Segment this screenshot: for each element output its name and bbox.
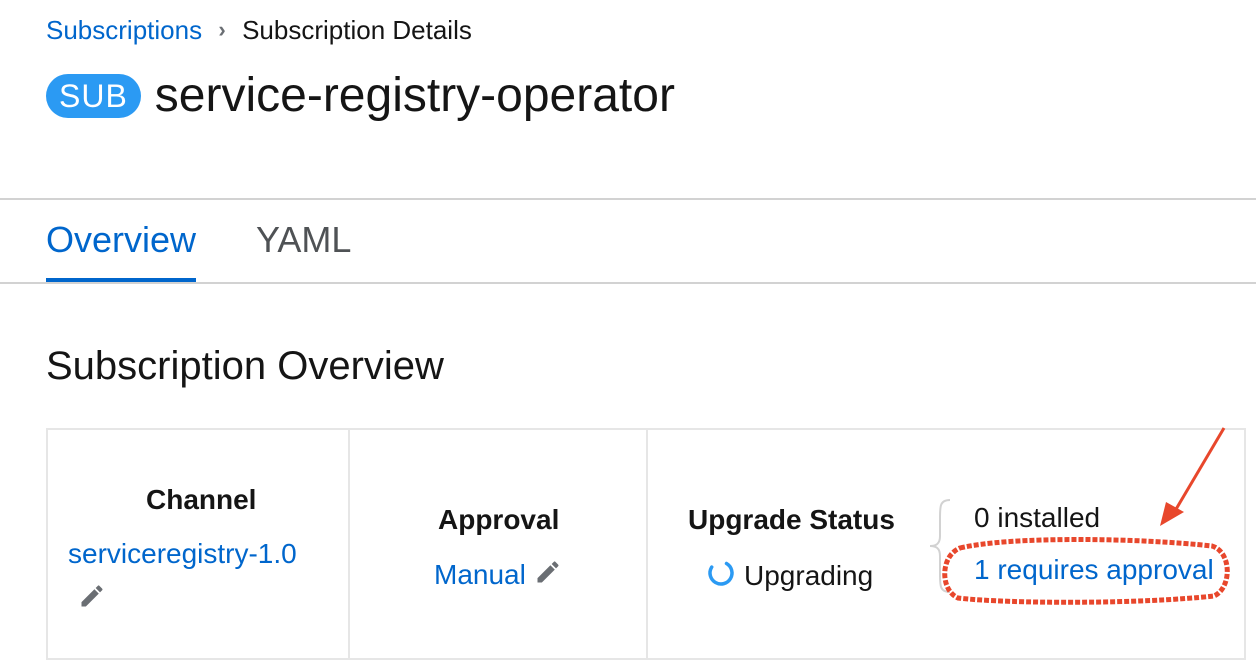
section-title: Subscription Overview [46,344,444,388]
breadcrumb-subscriptions-link[interactable]: Subscriptions [46,12,202,48]
page-header: SUB service-registry-operator [46,66,675,126]
requires-approval-link[interactable]: 1 requires approval [974,554,1214,586]
tab-overview[interactable]: Overview [46,200,197,283]
channel-link[interactable]: serviceregistry-1.0 [68,538,297,570]
approval-value-row: Manual [434,558,562,591]
pencil-icon[interactable] [534,558,562,591]
approval-link[interactable]: Manual [434,559,526,591]
chevron-right-icon: › [218,17,226,42]
divider [0,282,1256,284]
upgrade-status-cell: Upgrade Status Upgrading 0 installed 1 r… [648,430,1244,658]
subscription-details-grid: Channel serviceregistry-1.0 Approval Man… [46,428,1246,660]
page-title: service-registry-operator [154,69,675,122]
upgrade-status-value: Upgrading [706,558,873,593]
channel-label: Channel [146,484,257,515]
brace-decoration [928,498,952,599]
upgrade-status-text: Upgrading [744,559,874,591]
upgrade-status-label: Upgrade Status [688,504,895,535]
tab-bar: Overview YAML [46,200,411,283]
spinner-icon [706,558,736,593]
breadcrumb: Subscriptions › Subscription Details [46,12,472,48]
approval-cell: Approval Manual [350,430,648,658]
pencil-icon[interactable] [78,582,106,615]
breadcrumb-current: Subscription Details [242,15,472,45]
page: Subscriptions › Subscription Details SUB… [0,0,1256,670]
resource-badge: SUB [46,74,141,118]
installed-count: 0 installed [974,502,1101,533]
approval-label: Approval [438,504,560,535]
channel-cell: Channel serviceregistry-1.0 [48,430,350,658]
tab-yaml[interactable]: YAML [256,200,351,282]
